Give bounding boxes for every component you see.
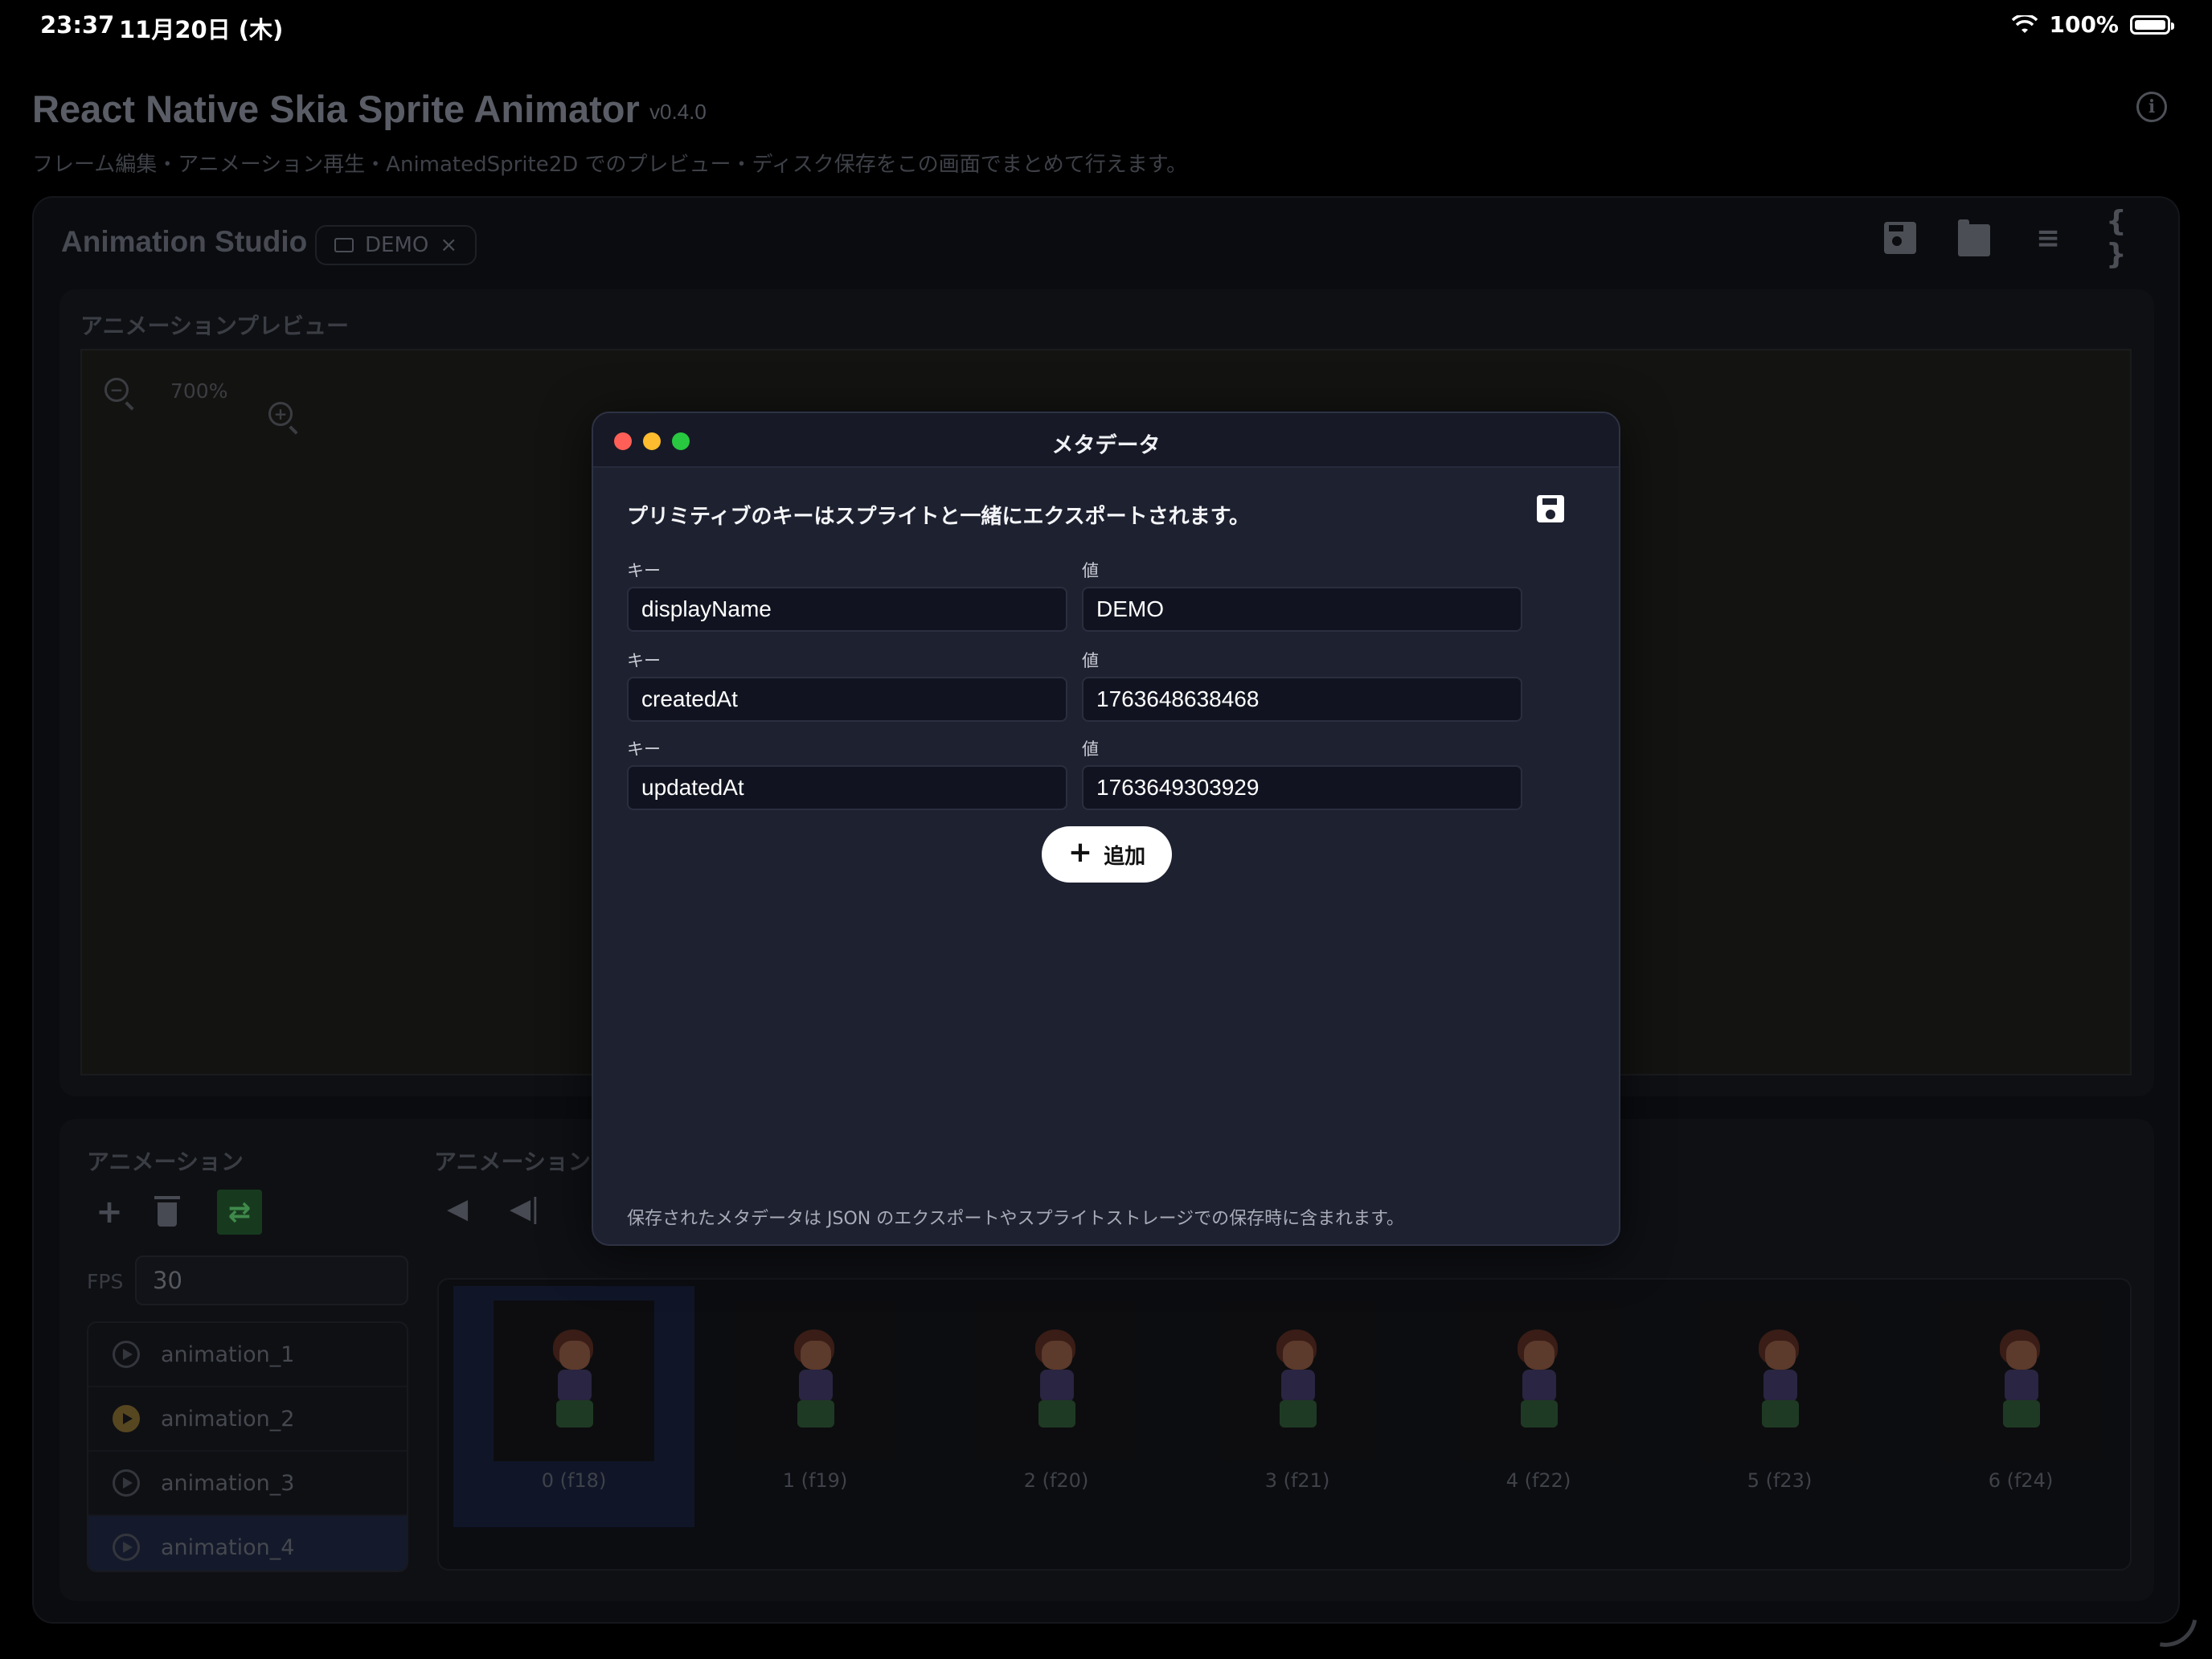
frame-label: 2 (f20) <box>1023 1469 1089 1492</box>
frame-thumbnail[interactable]: 4 (f22) <box>1418 1286 1659 1527</box>
sprite-image <box>976 1301 1137 1461</box>
close-icon[interactable]: × <box>440 233 457 257</box>
zoom-in-icon[interactable]: + <box>268 402 293 426</box>
status-date: 11月20日 (木) <box>119 16 284 43</box>
key-label: キー <box>627 739 661 759</box>
sprite-image <box>494 1301 654 1461</box>
add-animation-button[interactable]: + <box>87 1190 132 1235</box>
zoom-out-icon[interactable]: − <box>104 378 129 402</box>
resize-handle-icon[interactable] <box>2159 1614 2198 1653</box>
app-subtitle: フレーム編集・アニメーション再生・AnimatedSprite2D でのプレビュ… <box>32 153 1188 177</box>
metadata-modal: メタデータ プリミティブのキーはスプライトと一緒にエクスポートされます。 キー … <box>592 412 1620 1246</box>
list-item[interactable]: animation_2 <box>88 1387 407 1452</box>
loop-toggle-icon[interactable]: ⇄ <box>217 1190 262 1235</box>
frame-thumbnail[interactable]: 6 (f24) <box>1900 1286 2141 1527</box>
add-metadata-button[interactable]: + 追加 <box>1042 826 1172 883</box>
list-item[interactable]: animation_4 <box>88 1516 407 1571</box>
list-item[interactable]: animation_3 <box>88 1452 407 1516</box>
prev-frame-icon[interactable]: ◀ <box>447 1193 468 1225</box>
info-icon[interactable]: i <box>2136 92 2167 122</box>
step-back-icon[interactable]: ◀| <box>510 1193 540 1225</box>
frame-label: 5 (f23) <box>1747 1469 1813 1492</box>
trash-icon[interactable] <box>145 1190 190 1235</box>
frame-label: 0 (f18) <box>541 1469 607 1492</box>
key-input[interactable]: updatedAt <box>627 765 1067 810</box>
app-version: v0.4.0 <box>649 100 707 124</box>
sprite-image <box>735 1301 895 1461</box>
key-input[interactable]: createdAt <box>627 677 1067 722</box>
value-input[interactable]: 1763649303929 <box>1082 765 1522 810</box>
project-chip[interactable]: DEMO × <box>315 225 477 265</box>
add-button-label: 追加 <box>1104 844 1146 869</box>
sprite-image <box>1217 1301 1378 1461</box>
animation-name: animation_3 <box>161 1470 295 1496</box>
save-icon[interactable] <box>1884 222 1916 254</box>
studio-toolbar: ≡ { } <box>1884 205 2138 271</box>
folder-icon[interactable] <box>1958 219 1990 256</box>
battery-percent: 100% <box>2049 11 2119 38</box>
fps-input[interactable]: 30 <box>135 1256 408 1305</box>
fps-label: FPS <box>87 1270 124 1293</box>
studio-title: Animation Studio <box>61 225 308 258</box>
list-item[interactable]: animation_1 <box>88 1323 407 1387</box>
frame-thumbnail[interactable]: 5 (f23) <box>1659 1286 1900 1527</box>
frame-label: 1 (f19) <box>782 1469 848 1492</box>
status-indicators: 100% <box>2012 11 2174 38</box>
value-label: 値 <box>1082 739 1099 759</box>
key-label: キー <box>627 561 661 580</box>
animation-player-label: アニメーションプ <box>434 1149 613 1175</box>
animation-name: animation_4 <box>161 1534 295 1560</box>
value-input[interactable]: 1763648638468 <box>1082 677 1522 722</box>
frame-thumbnail[interactable]: 1 (f19) <box>694 1286 936 1527</box>
value-label: 値 <box>1082 561 1099 580</box>
play-circle-icon[interactable] <box>113 1405 140 1432</box>
frame-label: 6 (f24) <box>1988 1469 2054 1492</box>
frame-label: 4 (f22) <box>1505 1469 1571 1492</box>
save-icon[interactable] <box>1537 495 1564 522</box>
animation-name: animation_2 <box>161 1406 295 1432</box>
battery-icon <box>2130 14 2174 35</box>
key-label: キー <box>627 651 661 670</box>
modal-footer-note: 保存されたメタデータは JSON のエクスポートやスプライトストレージでの保存時… <box>627 1209 1404 1229</box>
modal-titlebar: メタデータ <box>593 413 1619 468</box>
zoom-level: 700% <box>170 379 228 403</box>
frame-thumbnail[interactable]: 3 (f21) <box>1177 1286 1418 1527</box>
project-chip-label: DEMO <box>365 233 429 257</box>
plus-icon: + <box>1067 836 1093 869</box>
frame-thumbnail[interactable]: 2 (f20) <box>936 1286 1177 1527</box>
animation-name: animation_1 <box>161 1342 295 1367</box>
value-label: 値 <box>1082 651 1099 670</box>
value-input[interactable]: DEMO <box>1082 587 1522 632</box>
frame-label: 3 (f21) <box>1264 1469 1330 1492</box>
frame-thumbnail[interactable]: 0 (f18) <box>453 1286 694 1527</box>
play-circle-icon[interactable] <box>113 1534 140 1561</box>
animation-list: animation_1 animation_2 animation_3 anim… <box>87 1321 408 1572</box>
sprite-image <box>1458 1301 1619 1461</box>
sprite-image <box>1940 1301 2101 1461</box>
sprite-image <box>1699 1301 1860 1461</box>
play-circle-icon[interactable] <box>113 1469 140 1497</box>
folder-icon <box>334 238 354 252</box>
status-time: 23:37 <box>40 11 115 39</box>
key-input[interactable]: displayName <box>627 587 1067 632</box>
braces-icon[interactable]: { } <box>2106 205 2138 271</box>
modal-title: メタデータ <box>1051 433 1161 458</box>
modal-description: プリミティブのキーはスプライトと一緒にエクスポートされます。 <box>627 505 1251 529</box>
wifi-icon <box>2012 14 2038 33</box>
play-circle-icon[interactable] <box>113 1341 140 1368</box>
animation-label: アニメーション <box>87 1149 244 1175</box>
preview-label: アニメーションプレビュー <box>80 313 350 339</box>
edit-list-icon[interactable]: ≡ <box>2032 222 2064 255</box>
app-title: React Native Skia Sprite Animator <box>32 88 640 130</box>
